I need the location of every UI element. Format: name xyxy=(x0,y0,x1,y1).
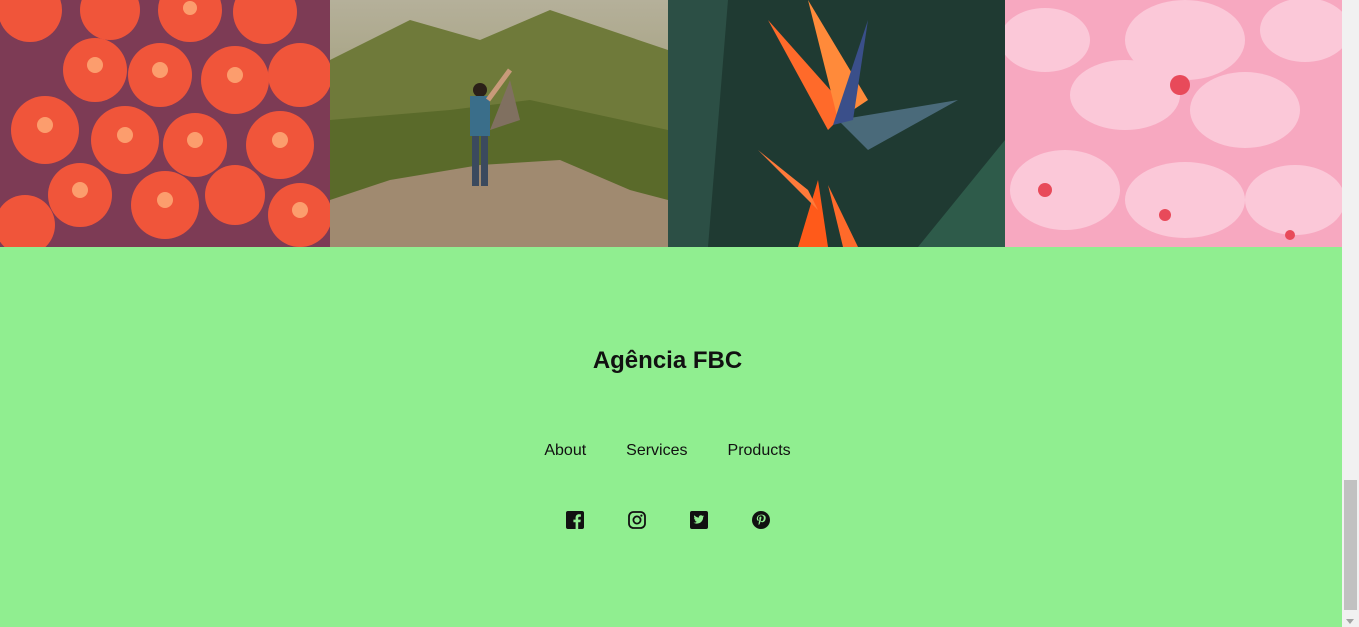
pinterest-icon[interactable] xyxy=(751,511,770,529)
footer-nav: About Services Products xyxy=(0,442,1335,460)
site-footer: Agência FBC About Services Products xyxy=(0,247,1342,627)
mountain-hiker-image xyxy=(330,0,668,247)
instagram-icon[interactable] xyxy=(627,511,646,529)
pink-flowers-image xyxy=(1005,0,1342,247)
twitter-icon[interactable] xyxy=(689,511,708,529)
tomatoes-image xyxy=(0,0,330,247)
bird-of-paradise-image xyxy=(668,0,1005,247)
scroll-down-arrow-icon[interactable] xyxy=(1346,619,1354,624)
brand-title: Agência FBC xyxy=(592,347,743,374)
scrollbar-thumb[interactable] xyxy=(1344,480,1357,610)
vertical-scrollbar[interactable] xyxy=(1342,0,1359,627)
image-gallery xyxy=(0,0,1342,247)
facebook-icon[interactable] xyxy=(565,511,584,529)
nav-link-about[interactable]: About xyxy=(544,442,586,460)
social-links xyxy=(0,511,1335,529)
nav-link-services[interactable]: Services xyxy=(626,442,687,460)
nav-link-products[interactable]: Products xyxy=(728,442,791,460)
